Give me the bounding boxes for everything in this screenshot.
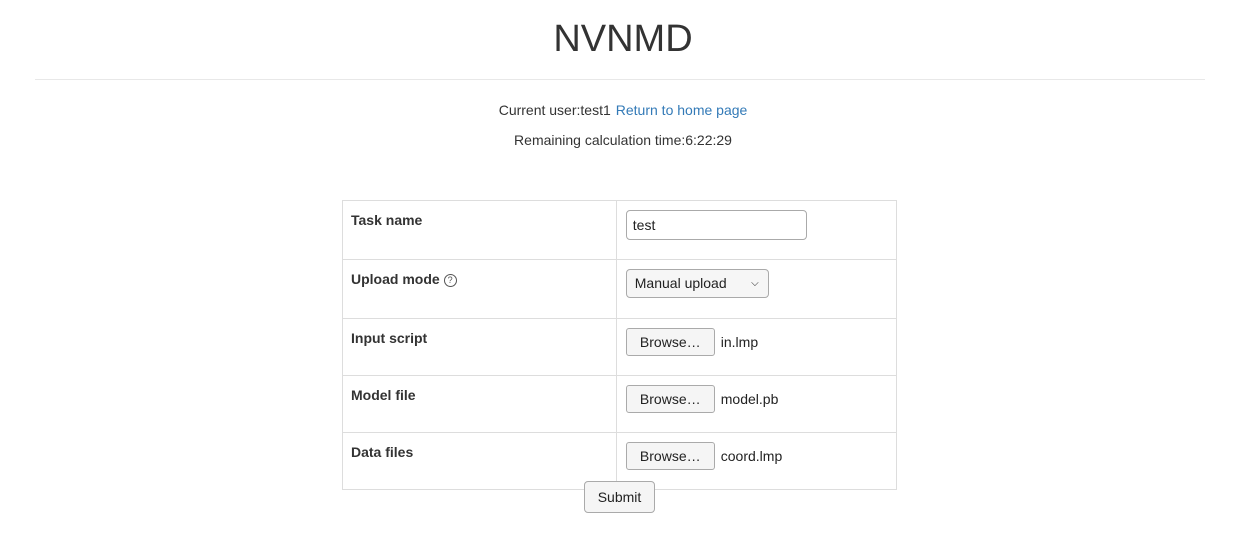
chevron-down-icon: ⌵: [751, 278, 759, 289]
input-script-browse-button[interactable]: Browse…: [625, 328, 715, 356]
data-files-label: Data files: [342, 432, 617, 490]
input-script-file-picker: Browse… in.lmp: [625, 328, 887, 356]
upload-mode-label: Upload mode: [351, 271, 440, 287]
home-page-link[interactable]: Return to home page: [616, 102, 748, 118]
upload-mode-select[interactable]: Manual upload ⌵: [625, 269, 769, 298]
help-circle-icon[interactable]: ?: [443, 274, 457, 287]
page-title: NVNMD: [553, 18, 693, 60]
input-script-cell: Browse… in.lmp: [615, 318, 898, 376]
submit-button[interactable]: Submit: [584, 481, 655, 513]
task-form-table: Task name Upload mode? Manual upload ⌵ I…: [342, 200, 898, 490]
data-files-cell: Browse… coord.lmp: [615, 432, 898, 490]
model-file-browse-button[interactable]: Browse…: [625, 385, 715, 413]
user-info: Current user:test1 Return to home page: [0, 100, 1246, 120]
task-name-input[interactable]: [625, 210, 807, 240]
page: NVNMD Current user:test1 Return to home p…: [0, 0, 1246, 543]
data-files-file-name: coord.lmp: [720, 448, 783, 464]
remaining-time: Remaining calculation time:6:22:29: [514, 132, 732, 148]
data-files-picker: Browse… coord.lmp: [625, 442, 887, 470]
model-file-cell: Browse… model.pb: [615, 375, 898, 433]
form-row-model-file: Model file Browse… model.pb: [342, 375, 898, 433]
model-file-label: Model file: [342, 375, 617, 433]
input-script-file-name: in.lmp: [720, 334, 759, 350]
upload-mode-selected: Manual upload: [634, 275, 727, 291]
upload-mode-label-cell: Upload mode?: [342, 259, 617, 319]
task-name-label: Task name: [342, 200, 617, 260]
current-user-label: Current user:test1: [498, 102, 611, 118]
form-row-task-name: Task name: [342, 200, 898, 260]
model-file-picker: Browse… model.pb: [625, 385, 887, 413]
form-row-input-script: Input script Browse… in.lmp: [342, 318, 898, 376]
form-row-upload-mode: Upload mode? Manual upload ⌵: [342, 259, 898, 319]
header-divider: [35, 79, 1205, 80]
model-file-name: model.pb: [720, 391, 779, 407]
input-script-label: Input script: [342, 318, 617, 376]
upload-mode-cell: Manual upload ⌵: [615, 259, 898, 319]
data-files-browse-button[interactable]: Browse…: [625, 442, 715, 470]
task-name-cell: [615, 200, 898, 260]
